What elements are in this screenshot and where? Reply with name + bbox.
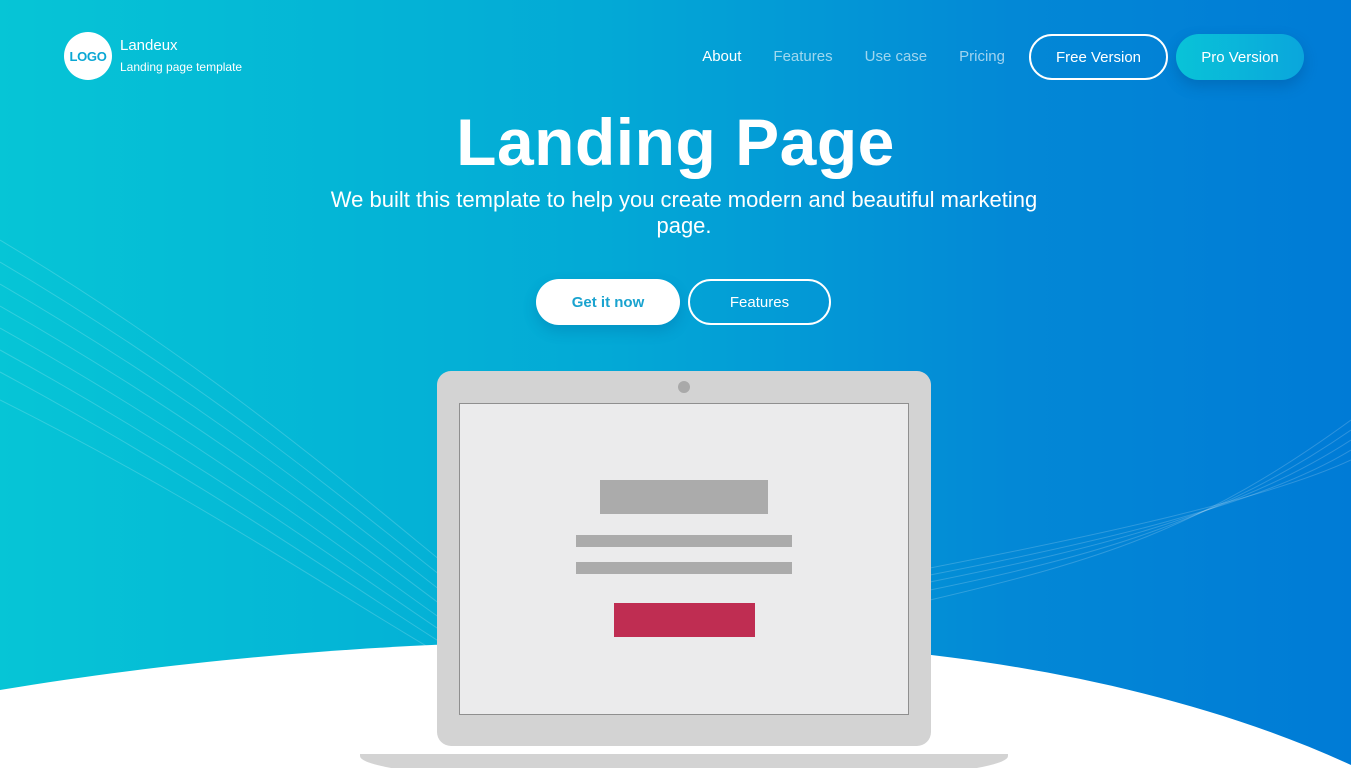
- hero-subtitle: We built this template to help you creat…: [330, 187, 1038, 238]
- main-nav: About Features Use case Pricing Free Ver…: [702, 34, 1304, 80]
- brand-text: Landeux Landing page template: [120, 36, 242, 76]
- hero-title: Landing Page: [456, 105, 895, 179]
- free-version-button[interactable]: Free Version: [1029, 34, 1168, 80]
- screen-text-line-placeholder: [576, 562, 792, 574]
- pro-version-button[interactable]: Pro Version: [1176, 34, 1304, 80]
- laptop-screen: [459, 403, 909, 715]
- features-button[interactable]: Features: [688, 279, 831, 325]
- screen-text-line-placeholder: [576, 535, 792, 547]
- nav-link-pricing[interactable]: Pricing: [959, 34, 1005, 80]
- screen-title-placeholder: [600, 480, 768, 514]
- cta-row: Get it now Features: [536, 279, 831, 325]
- brand[interactable]: LOGO Landeux Landing page template: [64, 32, 242, 80]
- logo-circle-icon: LOGO: [64, 32, 112, 80]
- laptop-illustration: [437, 371, 931, 746]
- nav-link-features[interactable]: Features: [773, 34, 832, 80]
- brand-tagline: Landing page template: [120, 60, 243, 74]
- brand-name: Landeux: [120, 37, 178, 54]
- nav-link-about[interactable]: About: [702, 34, 741, 80]
- laptop-base: [360, 754, 1008, 768]
- nav-link-use-case[interactable]: Use case: [865, 34, 928, 80]
- screen-button-placeholder: [614, 603, 755, 637]
- get-it-now-button[interactable]: Get it now: [536, 279, 680, 325]
- camera-dot-icon: [678, 381, 690, 393]
